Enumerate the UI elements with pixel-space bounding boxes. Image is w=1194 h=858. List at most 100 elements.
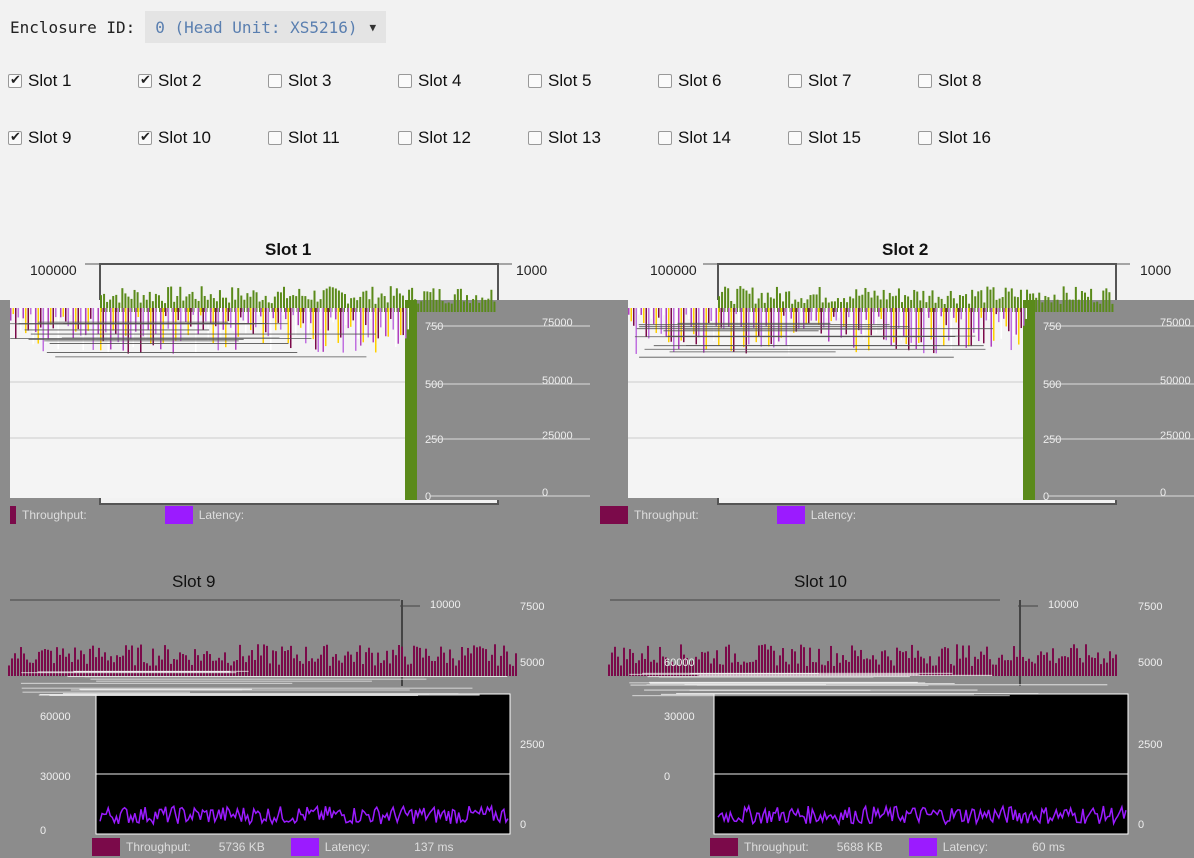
latency-noise — [45, 308, 47, 343]
legend-throughput-label: Throughput: — [634, 508, 699, 522]
throughput-bar — [481, 297, 484, 312]
latency-noise — [870, 308, 872, 336]
axis-tick-label-right: 7500 — [520, 601, 544, 613]
latency-noise — [648, 308, 650, 339]
throughput-bar — [1031, 661, 1033, 676]
throughput-bar — [944, 647, 946, 676]
throughput-bar — [444, 303, 447, 312]
slot-checkbox[interactable]: Slot 14 — [658, 123, 788, 153]
latency-noise — [402, 308, 404, 336]
checkbox-unchecked-icon[interactable] — [788, 131, 802, 145]
throughput-bar — [980, 651, 982, 676]
axis-tick-label-right: 500 — [425, 379, 443, 391]
chart-legend: Throughput: Latency: — [10, 504, 252, 526]
throughput-bar — [107, 660, 109, 676]
slot-checkbox[interactable]: Slot 10 — [138, 123, 268, 153]
latency-noise — [400, 308, 402, 336]
latency-noise — [643, 308, 645, 324]
latency-noise — [900, 308, 902, 341]
throughput-bar — [368, 647, 370, 676]
slot-checkbox[interactable]: Slot 7 — [788, 66, 918, 96]
throughput-bar — [95, 657, 97, 676]
checkbox-checked-icon[interactable] — [138, 72, 152, 88]
throughput-bar — [1064, 656, 1066, 676]
throughput-bar — [701, 651, 703, 676]
checkbox-unchecked-icon[interactable] — [788, 74, 802, 88]
slot-checkbox[interactable]: Slot 12 — [398, 123, 528, 153]
slot-checkbox[interactable]: Slot 6 — [658, 66, 788, 96]
slot-checkbox[interactable]: Slot 13 — [528, 123, 658, 153]
chart-slot-9: Slot 9 7500 5000 2500 0 10000 60000 30000 0 Thr… — [0, 566, 600, 858]
throughput-bar — [212, 660, 214, 676]
latency-noise — [938, 308, 940, 325]
triangle-down-icon: ▼ — [369, 20, 377, 34]
latency-noise — [640, 308, 642, 315]
slot-checkbox[interactable]: Slot 2 — [138, 66, 268, 96]
throughput-bar — [173, 659, 175, 676]
latency-noise — [342, 308, 344, 353]
throughput-bar — [488, 660, 490, 676]
throughput-bar — [472, 298, 475, 312]
latency-swatch — [164, 506, 193, 524]
axis-tick-label-right: 5000 — [520, 657, 544, 669]
latency-noise — [122, 308, 124, 351]
chart-legend: Throughput: 5736 KB Latency: 137 ms — [92, 836, 462, 858]
slot-checkbox[interactable]: Slot 11 — [268, 123, 398, 153]
latency-noise — [973, 308, 975, 333]
slot-checkbox[interactable]: Slot 3 — [268, 66, 398, 96]
axis-tick-label-left: 0 — [40, 825, 46, 837]
checkbox-unchecked-icon[interactable] — [268, 74, 282, 88]
throughput-bar — [493, 301, 496, 312]
throughput-bar — [435, 299, 438, 312]
axis-tick-label-left: 30000 — [664, 711, 695, 723]
throughput-bar — [257, 644, 259, 676]
throughput-bar — [1013, 646, 1015, 676]
latency-noise — [20, 308, 22, 331]
throughput-bar — [1088, 655, 1090, 676]
latency-noise — [1000, 308, 1002, 339]
enclosure-row: Enclosure ID: 0 (Head Unit: XS5216) ▼ — [10, 10, 387, 44]
throughput-bar — [35, 659, 37, 676]
checkbox-unchecked-icon[interactable] — [658, 74, 672, 88]
slot-checkbox[interactable]: Slot 4 — [398, 66, 528, 96]
slot-checkbox[interactable]: Slot 16 — [918, 123, 1048, 153]
checkbox-unchecked-icon[interactable] — [918, 131, 932, 145]
slot-checkbox[interactable]: Slot 8 — [918, 66, 1048, 96]
latency-noise — [397, 308, 399, 344]
checkbox-unchecked-icon[interactable] — [398, 131, 412, 145]
throughput-bar — [404, 656, 406, 676]
checkbox-unchecked-icon[interactable] — [528, 74, 542, 88]
axis-right-max: 10000 — [430, 599, 461, 611]
slot-checkbox[interactable]: Slot 15 — [788, 123, 918, 153]
checkbox-unchecked-icon[interactable] — [528, 131, 542, 145]
checkbox-checked-icon[interactable] — [8, 129, 22, 145]
latency-noise — [935, 308, 937, 354]
enclosure-select[interactable]: 0 (Head Unit: XS5216) ▼ — [145, 11, 387, 43]
checkbox-unchecked-icon[interactable] — [398, 74, 412, 88]
throughput-bar — [830, 645, 832, 676]
throughput-bar — [1038, 292, 1041, 312]
checkbox-checked-icon[interactable] — [138, 129, 152, 145]
throughput-bar — [1046, 652, 1048, 676]
throughput-bar — [77, 659, 79, 676]
throughput-bar — [425, 648, 427, 676]
checkbox-unchecked-icon[interactable] — [268, 131, 282, 145]
throughput-bar — [230, 665, 232, 676]
axis-tick-label-far: 50000 — [1160, 375, 1191, 387]
slot-checkbox[interactable]: Slot 1 — [8, 66, 138, 96]
latency-noise — [295, 308, 297, 336]
throughput-bar — [860, 649, 862, 676]
latency-noise — [172, 308, 174, 354]
checkbox-unchecked-icon[interactable] — [658, 131, 672, 145]
slot-checkbox[interactable]: Slot 5 — [528, 66, 658, 96]
checkbox-checked-icon[interactable] — [8, 72, 22, 88]
throughput-bar — [890, 660, 892, 676]
latency-noise — [763, 308, 765, 337]
slot-checkbox[interactable]: Slot 9 — [8, 123, 138, 153]
latency-noise — [1008, 308, 1010, 332]
latency-noise — [988, 308, 990, 320]
throughput-bar — [1055, 663, 1057, 676]
checkbox-unchecked-icon[interactable] — [918, 74, 932, 88]
latency-noise — [327, 308, 329, 331]
latency-noise — [948, 308, 950, 341]
